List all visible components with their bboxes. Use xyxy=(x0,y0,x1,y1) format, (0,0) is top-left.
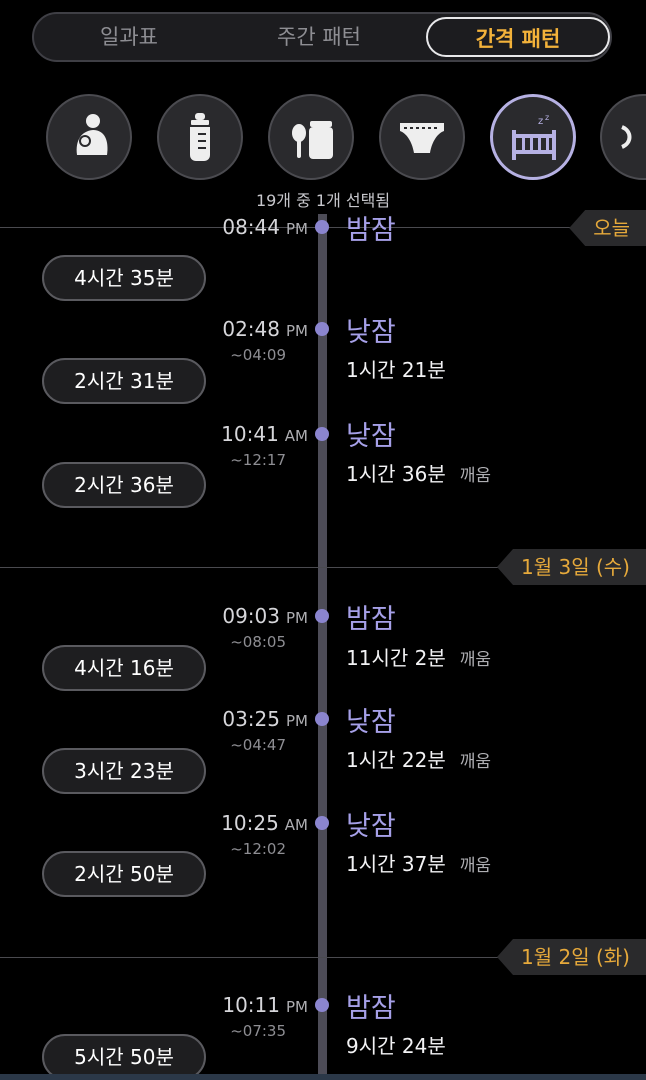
timeline-dot xyxy=(315,322,329,336)
bottle-icon[interactable] xyxy=(157,94,243,180)
event-start-time: 09:03 PM xyxy=(222,604,308,628)
event-end-time: ~04:47 xyxy=(230,736,286,754)
timeline-dot xyxy=(315,816,329,830)
interval-pill[interactable]: 2시간 36분 xyxy=(42,462,206,508)
event-type: 밤잠 xyxy=(346,604,396,635)
event-start-time: 10:11 PM xyxy=(222,993,308,1017)
event-duration: 1시간 22분 깨움 xyxy=(346,748,492,772)
bottom-bar xyxy=(0,1074,646,1080)
breastfeeding-icon[interactable] xyxy=(46,94,132,180)
timeline-dot xyxy=(315,712,329,726)
event-start-time: 08:44 PM xyxy=(222,215,308,239)
timeline-dot xyxy=(315,220,329,234)
tab-daily-schedule[interactable]: 일과표 xyxy=(34,14,224,60)
event-duration: 9시간 24분 xyxy=(346,1034,446,1058)
wake-label: 깨움 xyxy=(459,856,492,876)
event-end-time: ~12:17 xyxy=(230,451,286,469)
day-tag: 1월 2일 (화) xyxy=(497,939,646,975)
interval-pill[interactable]: 3시간 23분 xyxy=(42,748,206,794)
sleep-crib-icon[interactable]: z z xyxy=(490,94,576,180)
event-duration: 1시간 21분 xyxy=(346,358,446,382)
wake-label: 깨움 xyxy=(459,650,492,670)
event-start-time: 03:25 PM xyxy=(222,707,308,731)
event-end-time: ~07:35 xyxy=(230,1022,286,1040)
event-type: 낮잠 xyxy=(346,421,396,452)
interval-pill[interactable]: 4시간 16분 xyxy=(42,645,206,691)
selection-count: 19개 중 1개 선택됨 xyxy=(255,191,391,210)
event-end-time: ~04:09 xyxy=(230,346,286,364)
more-icon[interactable] xyxy=(600,94,646,180)
event-duration: 1시간 37분 깨움 xyxy=(346,852,492,876)
tab-interval-pattern[interactable]: 간격 패턴 xyxy=(426,17,610,57)
event-type: 밤잠 xyxy=(346,215,396,246)
event-type: 낮잠 xyxy=(346,317,396,348)
day-tag: 오늘 xyxy=(569,210,646,246)
interval-pill[interactable]: 4시간 35분 xyxy=(42,255,206,301)
wake-label: 깨움 xyxy=(459,752,492,772)
interval-pill[interactable]: 2시간 50분 xyxy=(42,851,206,897)
timeline-dot xyxy=(315,609,329,623)
event-end-time: ~08:05 xyxy=(230,633,286,651)
event-type: 낮잠 xyxy=(346,707,396,738)
event-end-time: ~12:02 xyxy=(230,840,286,858)
timeline-dot xyxy=(315,427,329,441)
day-tag: 1월 3일 (수) xyxy=(497,549,646,585)
event-type: 밤잠 xyxy=(346,993,396,1024)
view-segmented-control: 일과표 주간 패턴 간격 패턴 xyxy=(32,12,612,62)
svg-text:z: z xyxy=(538,116,543,127)
baby-food-icon[interactable] xyxy=(268,94,354,180)
diaper-icon[interactable] xyxy=(379,94,465,180)
event-start-time: 10:25 AM xyxy=(221,811,308,835)
event-start-time: 02:48 PM xyxy=(222,317,308,341)
event-start-time: 10:41 AM xyxy=(221,422,308,446)
wake-label: 깨움 xyxy=(459,466,492,486)
timeline-line xyxy=(318,214,327,1080)
timeline-dot xyxy=(315,998,329,1012)
event-type: 낮잠 xyxy=(346,811,396,842)
interval-pill[interactable]: 2시간 31분 xyxy=(42,358,206,404)
svg-text:z: z xyxy=(545,113,549,122)
event-duration: 1시간 36분 깨움 xyxy=(346,462,492,486)
event-duration: 11시간 2분 깨움 xyxy=(346,646,492,670)
tab-weekly-pattern[interactable]: 주간 패턴 xyxy=(224,14,414,60)
